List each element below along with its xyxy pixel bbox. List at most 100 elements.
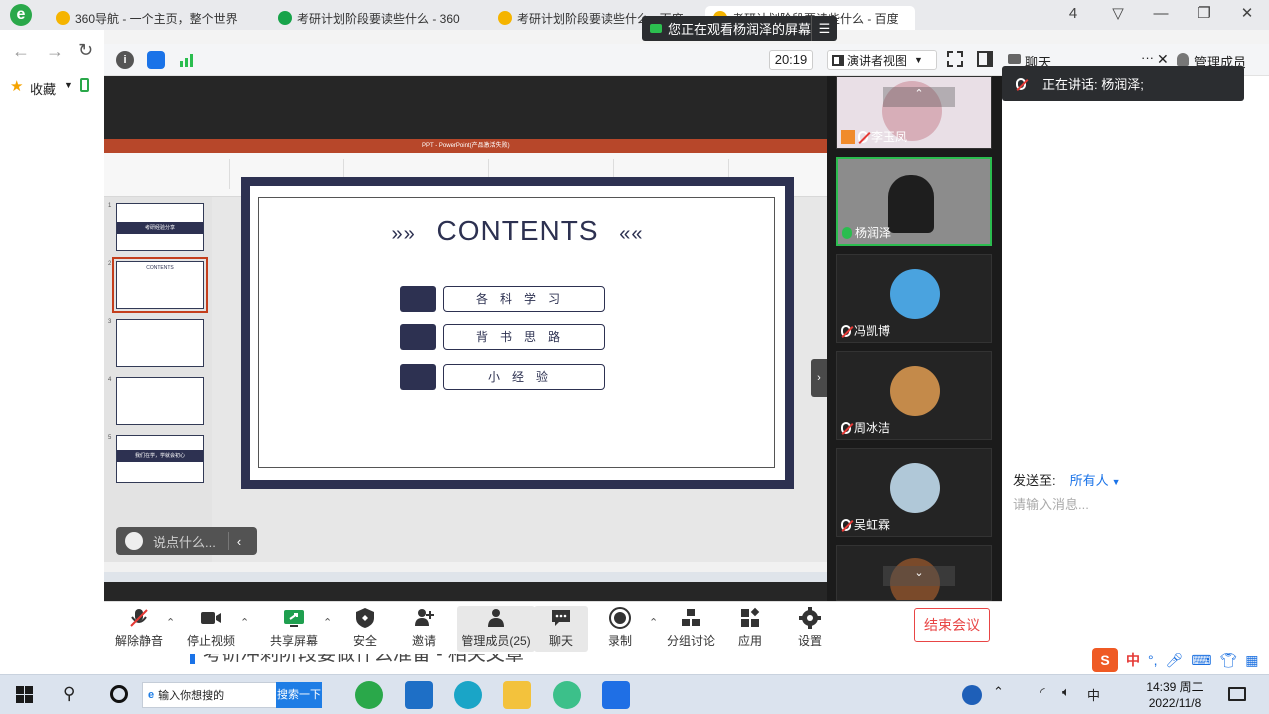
chat-button[interactable]: 聊天 [534, 606, 588, 652]
mic-muted-icon [841, 518, 851, 531]
slide-thumbnail-selected[interactable]: CONTENTS [112, 257, 208, 313]
participant-tile[interactable]: ⌃ 李玉凤 [836, 76, 992, 149]
back-arrow-icon[interactable]: ← [12, 41, 30, 62]
close-window-button[interactable]: ✕ [1229, 3, 1265, 25]
security-shield-icon[interactable] [147, 51, 165, 69]
screen-share-banner: 您正在观看杨润泽的屏幕 ☰ [642, 16, 837, 41]
notifications-icon[interactable] [1228, 687, 1246, 701]
toc-label: 小经验 [443, 364, 605, 390]
browser-logo-icon[interactable]: e [10, 4, 32, 26]
voice-input-icon[interactable]: 🎤︎ [1166, 652, 1184, 669]
360-security-icon[interactable] [553, 681, 581, 709]
quick-chat-input[interactable]: 说点什么... ‹ [116, 527, 257, 555]
participant-tile[interactable]: 周冰洁 [836, 351, 992, 440]
participant-tile[interactable]: ⌄ [836, 545, 992, 601]
chat-message-input[interactable]: 请输入消息... [1013, 494, 1089, 513]
chevron-left-icon[interactable]: ‹ [237, 534, 241, 549]
camera-icon [650, 24, 662, 33]
help-icon[interactable] [962, 685, 982, 705]
scroll-up-icon[interactable]: ⌃ [883, 87, 955, 107]
search-icon[interactable]: ⚲ [63, 684, 75, 704]
cortana-icon[interactable] [110, 685, 128, 703]
browser-tab[interactable]: 360导航 - 一个主页，整个世界 [56, 6, 261, 30]
ppt-status-bar [104, 562, 827, 572]
stop-video-button[interactable]: 停止视频 [176, 606, 246, 652]
slide-thumbnail[interactable]: 我们在学，学就会初心 [116, 435, 204, 483]
slide-thumbnail[interactable] [116, 319, 204, 367]
ime-mode[interactable]: 中 [1126, 650, 1140, 670]
toc-label: 各科学习 [443, 286, 605, 312]
browser-tab-strip: e 360导航 - 一个主页，整个世界 考研计划阶段要读些什么 - 360 考研… [0, 0, 1269, 30]
info-icon[interactable]: i [116, 51, 134, 69]
keyboard-icon[interactable]: ⌨︎ [1191, 652, 1211, 669]
bookmarks-label[interactable]: 收藏 [30, 79, 56, 98]
participant-tile[interactable]: 冯凯博 [836, 254, 992, 343]
participant-video [888, 175, 934, 233]
end-meeting-button[interactable]: 结束会议 [914, 608, 990, 642]
browser-tab[interactable]: 考研计划阶段要读些什么 - 360 [278, 6, 483, 30]
thumb-number: 3 [108, 319, 112, 325]
tab-favicon-icon [56, 11, 70, 25]
browser-logo-icon: e [148, 689, 155, 701]
recipient-dropdown[interactable]: 所有人 [1070, 473, 1109, 488]
view-layout-icon [832, 54, 844, 66]
tray-volume-icon[interactable]: 🔈︎ [1062, 684, 1070, 700]
record-button[interactable]: 录制 [585, 606, 655, 652]
participant-tile[interactable]: 吴虹霖 [836, 448, 992, 537]
fullscreen-icon[interactable] [947, 51, 963, 67]
menu-button[interactable]: ▽ [1100, 3, 1136, 25]
chevron-right-decoration-icon: »» [391, 223, 416, 245]
windows-start-icon[interactable] [16, 686, 33, 703]
notebook-icon [400, 364, 436, 390]
taskbar-clock[interactable]: 14:39 周二 2022/11/8 [1140, 679, 1210, 711]
tray-chevron-icon[interactable]: ⌃ [993, 684, 1004, 700]
invite-button[interactable]: 邀请 [389, 606, 459, 652]
file-explorer-icon[interactable] [503, 681, 531, 709]
collapse-videos-button[interactable]: › [811, 359, 827, 397]
thumb-number: 1 [108, 203, 112, 209]
participant-tile-speaking[interactable]: 杨润泽 [836, 157, 992, 246]
punctuation-icon[interactable]: °, [1148, 652, 1158, 668]
phone-icon[interactable] [80, 78, 89, 92]
taskbar-search-button[interactable]: 搜索一下 [276, 682, 322, 708]
scroll-down-icon[interactable]: ⌄ [883, 566, 955, 586]
tab-count-button[interactable]: 4 [1055, 3, 1091, 25]
360-browser-icon[interactable] [355, 681, 383, 709]
skin-icon[interactable]: 👕︎ [1220, 652, 1238, 669]
ribbon-group [110, 159, 230, 189]
minimize-button[interactable]: — [1143, 3, 1179, 25]
unmute-button[interactable]: 解除静音 [104, 606, 174, 652]
thumb-band: 我们在学，学就会初心 [117, 450, 203, 462]
mail-icon[interactable] [405, 681, 433, 709]
toc-label: 背书思路 [443, 324, 605, 350]
signal-strength-icon[interactable] [178, 51, 196, 69]
mic-muted-icon [858, 130, 868, 143]
toolbox-icon[interactable]: ▦ [1245, 652, 1258, 669]
banner-menu-icon[interactable]: ☰ [811, 16, 837, 41]
settings-button[interactable]: 设置 [775, 606, 845, 652]
slide-thumbnail[interactable]: 考研经验分享 [116, 203, 204, 251]
send-to-selector[interactable]: 发送至: 所有人 ▼ [1013, 470, 1121, 489]
restore-button[interactable]: ❐ [1186, 3, 1222, 25]
sogou-logo-icon[interactable]: S [1092, 648, 1118, 672]
toc-item: 各科学习 [400, 286, 605, 312]
reload-icon[interactable]: ↻ [78, 40, 93, 61]
members-tab-icon [1177, 53, 1189, 66]
tencent-meeting-icon[interactable] [602, 681, 630, 709]
chevron-down-icon: ▼ [1111, 477, 1121, 487]
slide-thumbnail[interactable] [116, 377, 204, 425]
edge-icon[interactable] [454, 681, 482, 709]
emoji-icon[interactable] [125, 532, 143, 550]
forward-arrow-icon[interactable]: → [46, 41, 64, 62]
tray-ime-icon[interactable]: 中 [1087, 685, 1100, 704]
bookmarks-dropdown-icon[interactable]: ▼ [64, 80, 73, 90]
manage-members-button[interactable]: 管理成员(25) [457, 606, 535, 652]
tray-network-icon[interactable]: ◜ [1040, 685, 1045, 699]
speaking-indicator: 正在讲话: 杨润泽; [1002, 66, 1244, 101]
audio-options-caret[interactable]: ⌃ [166, 616, 175, 629]
sidebar-toggle-icon[interactable] [977, 51, 993, 67]
view-mode-dropdown[interactable]: 演讲者视图 ▼ [827, 50, 937, 70]
video-options-caret[interactable]: ⌃ [240, 616, 249, 629]
share-screen-button[interactable]: 共享屏幕 [259, 606, 329, 652]
more-options-icon[interactable]: ··· [1141, 50, 1154, 65]
